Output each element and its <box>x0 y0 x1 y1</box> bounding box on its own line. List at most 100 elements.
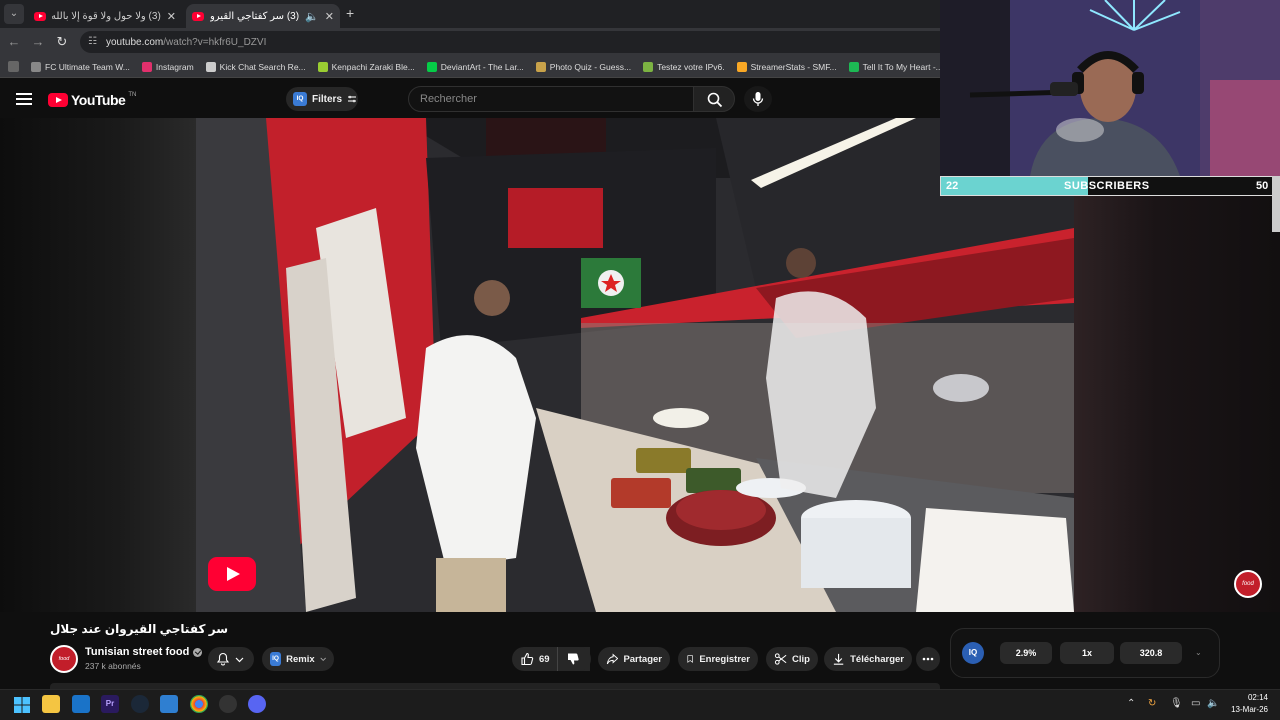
browser-tab-1[interactable]: (3) ولا حول ولا قوة إلا بالله بعد عا ✕ <box>28 4 182 28</box>
share-button[interactable]: Partager <box>598 647 670 671</box>
youtube-play-button[interactable] <box>208 557 256 591</box>
search-button[interactable] <box>693 86 735 112</box>
iq-logo[interactable]: IQ <box>962 642 984 664</box>
share-label: Partager <box>623 653 662 665</box>
bookmarks-bar: FC Ultimate Team W... Instagram Kick Chat … <box>0 56 940 78</box>
youtube-logo-icon <box>48 93 68 107</box>
bookmark-label: FC Ultimate Team W... <box>45 61 130 72</box>
tab-search-icon[interactable]: ⌄ <box>4 4 24 24</box>
more-actions-button[interactable] <box>916 647 940 671</box>
microphone-tray-icon[interactable]: 🎙 <box>1170 698 1183 709</box>
thumbs-up-icon <box>521 652 534 666</box>
bookmark-item[interactable]: Kenpachi Zaraki Ble... <box>317 61 415 72</box>
battlenet-icon[interactable] <box>160 695 178 713</box>
youtube-favicon-icon <box>192 11 204 21</box>
bookmark-item[interactable]: FC Ultimate Team W... <box>31 61 130 72</box>
bookmark-icon <box>687 655 693 663</box>
youtube-logo-text: YouTube <box>71 92 126 108</box>
clock-time[interactable]: 02:14 <box>1240 693 1268 702</box>
youtube-favicon-icon <box>34 11 46 21</box>
filters-label: Filters <box>312 93 343 105</box>
windows-start-icon[interactable] <box>14 697 30 713</box>
bookmark-favicon-icon <box>317 61 328 72</box>
volume-icon[interactable]: 🔈 <box>1207 698 1219 709</box>
bookmark-item[interactable]: Tell It To My Heart -... <box>848 61 940 72</box>
clock-date[interactable]: 13-Mar-26 <box>1226 705 1268 714</box>
bookmark-label: Photo Quiz - Guess... <box>549 61 632 72</box>
subscriber-current: 22 <box>946 180 959 192</box>
bookmark-item[interactable]: Photo Quiz - Guess... <box>535 61 632 72</box>
close-tab-icon[interactable]: ✕ <box>167 10 176 23</box>
bookmark-favicon-icon <box>643 61 654 72</box>
channel-name-link[interactable]: Tunisian street food <box>85 646 203 658</box>
obs-icon[interactable] <box>219 695 237 713</box>
bookmark-label: Kenpachi Zaraki Ble... <box>331 61 415 72</box>
site-info-icon[interactable]: ☷ <box>88 37 98 47</box>
apps-grid-icon[interactable] <box>8 61 19 72</box>
discord-icon[interactable] <box>248 695 266 713</box>
bookmark-favicon-icon <box>736 61 747 72</box>
speaker-icon[interactable]: 🔈 <box>305 10 319 23</box>
steam-icon[interactable] <box>131 695 149 713</box>
dislike-button[interactable] <box>557 647 591 671</box>
verified-badge-icon <box>193 647 203 657</box>
menu-icon[interactable] <box>16 93 32 105</box>
back-icon[interactable]: ← <box>6 34 22 50</box>
channel-watermark-logo[interactable]: food <box>1234 570 1262 598</box>
notification-bell-button[interactable] <box>208 647 254 671</box>
bookmark-favicon-icon <box>426 61 437 72</box>
save-button[interactable]: Enregistrer <box>678 647 758 671</box>
outlook-icon[interactable] <box>72 695 90 713</box>
page-scrollbar[interactable] <box>1272 176 1280 232</box>
bookmark-label: Instagram <box>155 61 194 72</box>
share-icon <box>606 653 619 665</box>
iq-percent[interactable]: 2.9% <box>1000 642 1052 664</box>
channel-name: Tunisian street food <box>85 646 190 658</box>
youtube-logo[interactable]: YouTube TN <box>48 92 136 108</box>
iq-speed[interactable]: 1x <box>1060 642 1114 664</box>
bookmark-item[interactable]: Testez votre IPv6. <box>643 61 725 72</box>
chevron-up-icon[interactable]: ⌃ <box>1127 698 1135 709</box>
close-tab-icon[interactable]: ✕ <box>325 10 334 23</box>
tab-title: (3) ولا حول ولا قوة إلا بالله بعد عا <box>52 10 161 22</box>
ambient-left-panel <box>0 118 196 612</box>
scissors-icon <box>774 653 787 665</box>
file-explorer-icon[interactable] <box>42 695 60 713</box>
download-label: Télécharger <box>850 653 904 665</box>
remix-button[interactable]: IQ Remix <box>262 647 334 671</box>
premiere-pro-icon[interactable]: Pr <box>101 695 119 713</box>
download-icon <box>833 653 844 665</box>
bookmark-item[interactable]: StreamerStats - SMF... <box>736 61 837 72</box>
filters-button[interactable]: IQ Filters <box>286 87 358 111</box>
sync-icon[interactable]: ↻ <box>1148 698 1156 709</box>
chevron-down-icon[interactable]: ⌄ <box>1195 648 1202 657</box>
display-icon[interactable]: ▭ <box>1191 698 1200 709</box>
clip-button[interactable]: Clip <box>766 647 818 671</box>
bookmark-item[interactable]: DeviantArt - The Lar... <box>426 61 524 72</box>
bookmark-favicon-icon <box>535 61 546 72</box>
forward-icon[interactable]: → <box>30 34 46 50</box>
url-host: youtube.com <box>106 36 164 48</box>
iq-badge-icon: IQ <box>270 652 282 666</box>
bookmark-label: Tell It To My Heart -... <box>862 61 940 72</box>
browser-tab-2[interactable]: (3) سر كفتاجي القيروان عند ج 🔈 ✕ <box>186 4 340 28</box>
clip-label: Clip <box>792 653 810 665</box>
reload-icon[interactable]: ↻ <box>54 34 70 50</box>
download-button[interactable]: Télécharger <box>824 647 912 671</box>
url-path: /watch?v=hkfr6U_DZVI <box>163 36 267 48</box>
new-tab-icon[interactable]: + <box>346 5 362 23</box>
channel-subscriber-count: 237 k abonnés <box>85 661 141 671</box>
bookmark-item[interactable]: Kick Chat Search Re... <box>205 61 306 72</box>
bookmark-item[interactable]: Instagram <box>141 61 194 72</box>
search-input[interactable]: Rechercher <box>408 86 694 112</box>
browser-toolbar: ← → ↻ ☷ youtube.com/watch?v=hkfr6U_DZVI <box>0 28 940 56</box>
chevron-down-icon <box>320 657 326 662</box>
subscriber-goal: 50 <box>1256 180 1269 192</box>
chrome-icon[interactable] <box>190 695 208 713</box>
iq-value[interactable]: 320.8 <box>1120 642 1182 664</box>
bookmark-label: StreamerStats - SMF... <box>750 61 837 72</box>
channel-avatar[interactable]: food <box>50 645 78 673</box>
sliders-icon <box>348 95 357 103</box>
address-bar[interactable]: ☷ youtube.com/watch?v=hkfr6U_DZVI <box>80 31 940 53</box>
voice-search-button[interactable] <box>744 86 772 112</box>
